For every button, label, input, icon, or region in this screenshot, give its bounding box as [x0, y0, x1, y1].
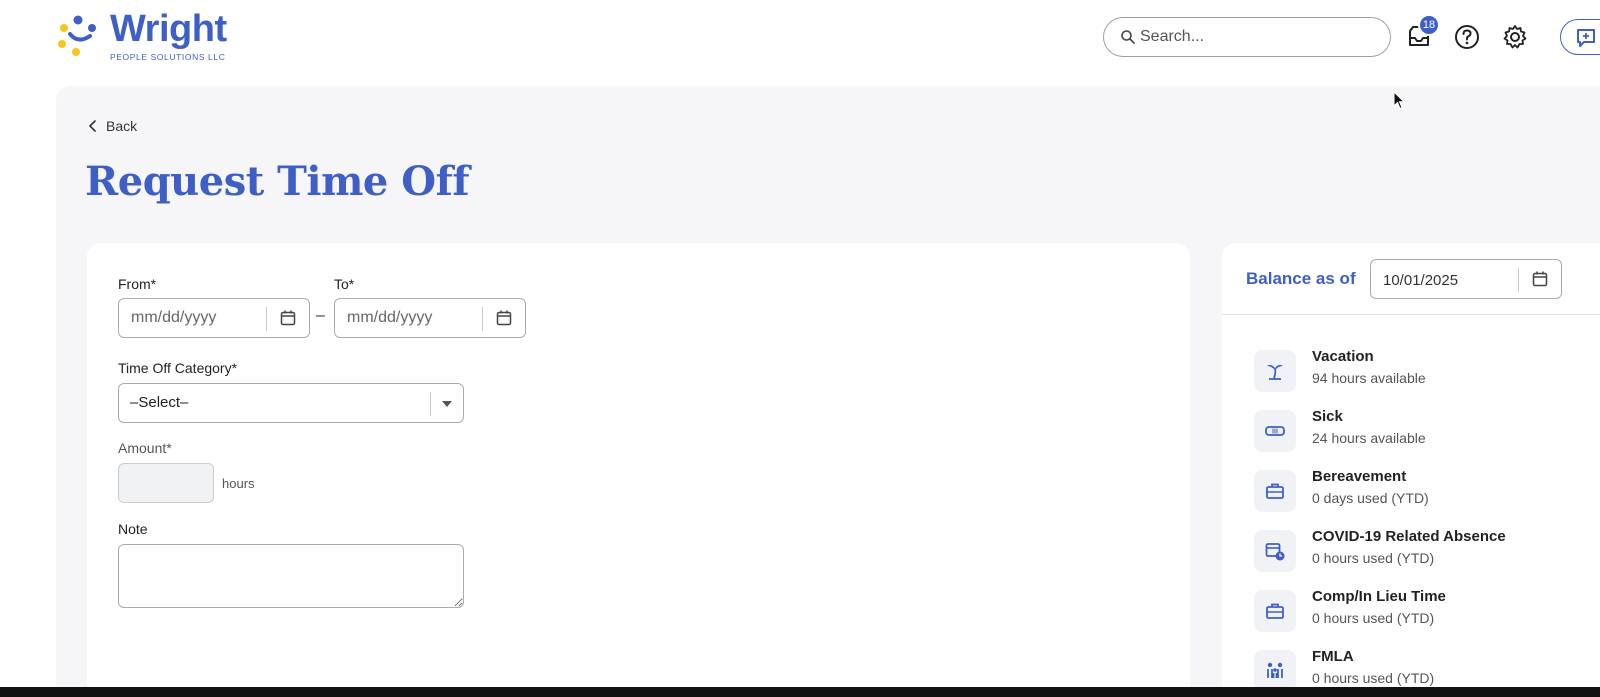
from-date-input[interactable] — [131, 308, 261, 328]
category-label: Time Off Category* — [118, 360, 238, 376]
palm-tree-icon — [1254, 350, 1296, 392]
briefcase-icon — [1254, 590, 1296, 632]
balance-item-sick: Sick 24 hours available — [1254, 408, 1594, 454]
field-divider — [430, 392, 431, 416]
balance-date-input[interactable] — [1383, 270, 1513, 290]
note-textarea[interactable] — [118, 544, 464, 608]
balance-item-bereavement: Bereavement 0 days used (YTD) — [1254, 468, 1594, 514]
amount-label: Amount* — [118, 440, 172, 456]
mouse-cursor-icon — [1393, 91, 1406, 110]
calendar-icon[interactable] — [279, 309, 297, 327]
balance-item-name: Sick — [1312, 408, 1343, 425]
chevron-left-icon — [89, 120, 96, 132]
amount-input[interactable] — [118, 463, 214, 503]
note-label: Note — [118, 521, 148, 537]
category-selected-value: –Select– — [130, 394, 189, 411]
briefcase-icon — [1254, 470, 1296, 512]
top-bar: Wright PEOPLE SOLUTIONS LLC 18 — [0, 0, 1600, 80]
calendar-icon[interactable] — [495, 309, 513, 327]
amount-unit: hours — [222, 476, 255, 491]
balance-item-comp-time: Comp/In Lieu Time 0 hours used (YTD) — [1254, 588, 1594, 634]
to-date-input[interactable] — [347, 308, 477, 328]
chat-button[interactable] — [1560, 19, 1600, 55]
bottom-edge-bar — [0, 687, 1600, 697]
to-label: To* — [334, 276, 355, 292]
date-range-separator: – — [316, 307, 325, 324]
chat-icon — [1577, 29, 1595, 47]
balance-item-detail: 94 hours available — [1312, 370, 1426, 386]
back-link[interactable]: Back — [88, 118, 137, 134]
from-label: From* — [118, 276, 157, 292]
from-date-field[interactable] — [118, 298, 310, 338]
settings-button[interactable] — [1500, 22, 1530, 52]
balance-item-name: FMLA — [1312, 648, 1354, 665]
back-label: Back — [106, 118, 138, 134]
logo-tagline: PEOPLE SOLUTIONS LLC — [110, 52, 226, 62]
balance-item-detail: 0 hours used (YTD) — [1312, 670, 1435, 686]
balance-item-detail: 0 hours used (YTD) — [1312, 610, 1435, 626]
balance-item-name: Vacation — [1312, 348, 1374, 365]
page-title: Request Time Off — [85, 158, 470, 205]
to-date-field[interactable] — [334, 298, 526, 338]
company-logo[interactable]: Wright PEOPLE SOLUTIONS LLC — [56, 8, 231, 64]
logo-wordmark: Wright — [110, 8, 227, 50]
search-box[interactable] — [1103, 17, 1391, 57]
balance-item-name: COVID-19 Related Absence — [1312, 528, 1506, 545]
field-divider — [482, 307, 483, 331]
notification-badge: 18 — [1418, 14, 1440, 36]
balance-title: Balance as of — [1246, 269, 1356, 288]
calendar-icon[interactable] — [1531, 270, 1549, 288]
balance-item-name: Bereavement — [1312, 468, 1407, 485]
balance-panel: Balance as of Vacation 94 hours availabl… — [1222, 243, 1600, 697]
help-button[interactable] — [1452, 22, 1482, 52]
bandage-icon — [1254, 410, 1296, 452]
family-icon — [1254, 650, 1296, 692]
chevron-down-icon[interactable] — [442, 401, 452, 407]
balance-item-detail: 0 days used (YTD) — [1312, 490, 1429, 506]
logo-mark-icon — [58, 15, 96, 56]
balance-item-detail: 24 hours available — [1312, 430, 1426, 446]
balance-header: Balance as of — [1222, 243, 1600, 315]
help-icon — [1455, 25, 1479, 49]
balance-item-covid: COVID-19 Related Absence 0 hours used (Y… — [1254, 528, 1594, 574]
balance-date-field[interactable] — [1370, 259, 1562, 299]
balance-item-name: Comp/In Lieu Time — [1312, 588, 1446, 605]
calendar-clock-icon — [1254, 530, 1296, 572]
balance-item-vacation: Vacation 94 hours available — [1254, 348, 1594, 394]
search-icon — [1121, 30, 1135, 44]
category-select[interactable]: –Select– — [118, 383, 464, 423]
search-input[interactable] — [1140, 24, 1380, 50]
field-divider — [266, 307, 267, 331]
gear-icon — [1503, 25, 1527, 49]
field-divider — [1518, 268, 1519, 292]
balance-item-detail: 0 hours used (YTD) — [1312, 550, 1435, 566]
